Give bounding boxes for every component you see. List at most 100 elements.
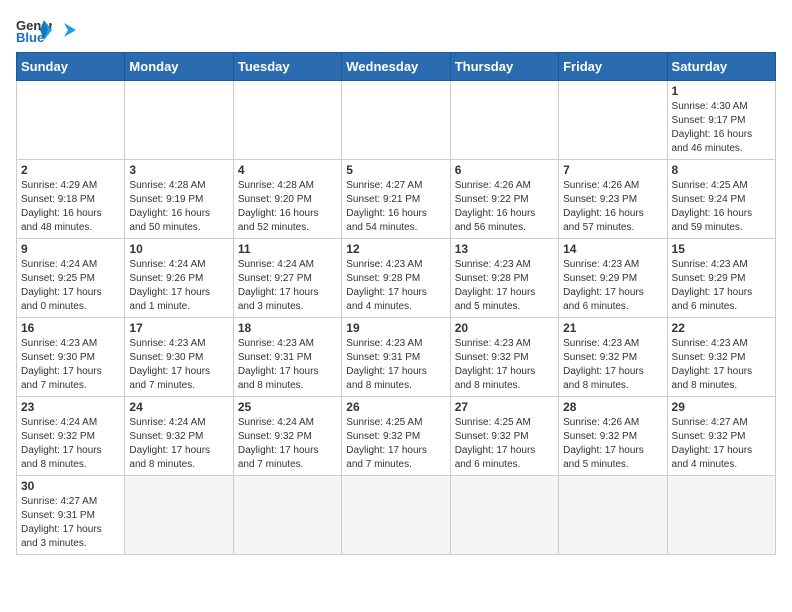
week-row-5: 23 Sunrise: 4:24 AM Sunset: 9:32 PM Dayli… [17, 397, 776, 476]
day-sun-info: Sunrise: 4:23 AM Sunset: 9:28 PM Dayligh… [346, 258, 445, 314]
day-sun-info: Sunrise: 4:24 AM Sunset: 9:27 PM Dayligh… [238, 258, 337, 314]
day-sun-info: Sunrise: 4:23 AM Sunset: 9:31 PM Dayligh… [238, 337, 337, 393]
day-header-thursday: Thursday [450, 53, 558, 81]
calendar-cell: 13Sunrise: 4:23 AM Sunset: 9:28 PM Dayli… [450, 239, 558, 318]
day-sun-info: Sunrise: 4:28 AM Sunset: 9:20 PM Dayligh… [238, 179, 337, 235]
date-number: 23 [21, 400, 120, 414]
calendar-cell: 30 Sunrise: 4:27 AM Sunset: 9:31 PM Dayli… [17, 476, 125, 555]
calendar-cell: 27 Sunrise: 4:25 AM Sunset: 9:32 PM Dayli… [450, 397, 558, 476]
calendar-cell: 29Sunrise: 4:27 AM Sunset: 9:32 PM Dayli… [667, 397, 775, 476]
calendar-cell [342, 476, 450, 555]
day-sun-info: Sunrise: 4:24 AM Sunset: 9:25 PM Dayligh… [21, 258, 120, 314]
calendar-cell: 5 Sunrise: 4:27 AM Sunset: 9:21 PM Daylig… [342, 160, 450, 239]
calendar-cell: 21Sunrise: 4:23 AM Sunset: 9:32 PM Dayli… [559, 318, 667, 397]
day-sun-info: Sunrise: 4:24 AM Sunset: 9:32 PM Dayligh… [129, 416, 228, 472]
calendar-table: SundayMondayTuesdayWednesdayThursdayFrid… [16, 52, 776, 555]
calendar-cell [233, 476, 341, 555]
calendar-cell: 11 Sunrise: 4:24 AM Sunset: 9:27 PM Dayli… [233, 239, 341, 318]
calendar-cell: 17Sunrise: 4:23 AM Sunset: 9:30 PM Dayli… [125, 318, 233, 397]
calendar-cell: 4 Sunrise: 4:28 AM Sunset: 9:20 PM Daylig… [233, 160, 341, 239]
calendar-cell: 18 Sunrise: 4:23 AM Sunset: 9:31 PM Dayli… [233, 318, 341, 397]
calendar-cell: 15 Sunrise: 4:23 AM Sunset: 9:29 PM Dayli… [667, 239, 775, 318]
date-number: 5 [346, 163, 445, 177]
calendar-cell: 3 Sunrise: 4:28 AM Sunset: 9:19 PM Daylig… [125, 160, 233, 239]
day-sun-info: Sunrise: 4:23 AM Sunset: 9:32 PM Dayligh… [672, 337, 771, 393]
day-sun-info: Sunrise: 4:23 AM Sunset: 9:32 PM Dayligh… [455, 337, 554, 393]
day-sun-info: Sunrise: 4:28 AM Sunset: 9:19 PM Dayligh… [129, 179, 228, 235]
day-sun-info: Sunrise: 4:23 AM Sunset: 9:30 PM Dayligh… [21, 337, 120, 393]
date-number: 15 [672, 242, 771, 256]
date-number: 9 [21, 242, 120, 256]
calendar-cell [450, 81, 558, 160]
date-number: 20 [455, 321, 554, 335]
date-number: 4 [238, 163, 337, 177]
date-number: 2 [21, 163, 120, 177]
week-row-3: 9 Sunrise: 4:24 AM Sunset: 9:25 PM Daylig… [17, 239, 776, 318]
date-number: 27 [455, 400, 554, 414]
date-number: 21 [563, 321, 662, 335]
calendar-cell: 26 Sunrise: 4:25 AM Sunset: 9:32 PM Dayli… [342, 397, 450, 476]
day-sun-info: Sunrise: 4:23 AM Sunset: 9:29 PM Dayligh… [672, 258, 771, 314]
calendar-cell: 16 Sunrise: 4:23 AM Sunset: 9:30 PM Dayli… [17, 318, 125, 397]
date-number: 26 [346, 400, 445, 414]
calendar-cell: 10Sunrise: 4:24 AM Sunset: 9:26 PM Dayli… [125, 239, 233, 318]
week-row-4: 16 Sunrise: 4:23 AM Sunset: 9:30 PM Dayli… [17, 318, 776, 397]
day-sun-info: Sunrise: 4:27 AM Sunset: 9:31 PM Dayligh… [21, 495, 120, 551]
date-number: 14 [563, 242, 662, 256]
date-number: 11 [238, 242, 337, 256]
week-row-1: 1Sunrise: 4:30 AM Sunset: 9:17 PM Daylig… [17, 81, 776, 160]
calendar-cell: 7 Sunrise: 4:26 AM Sunset: 9:23 PM Daylig… [559, 160, 667, 239]
date-number: 10 [129, 242, 228, 256]
day-sun-info: Sunrise: 4:26 AM Sunset: 9:23 PM Dayligh… [563, 179, 662, 235]
date-number: 1 [672, 84, 771, 98]
day-header-friday: Friday [559, 53, 667, 81]
calendar-cell: 12 Sunrise: 4:23 AM Sunset: 9:28 PM Dayli… [342, 239, 450, 318]
day-sun-info: Sunrise: 4:26 AM Sunset: 9:22 PM Dayligh… [455, 179, 554, 235]
day-sun-info: Sunrise: 4:27 AM Sunset: 9:21 PM Dayligh… [346, 179, 445, 235]
calendar-cell [125, 81, 233, 160]
date-number: 18 [238, 321, 337, 335]
calendar-cell [450, 476, 558, 555]
calendar-header-row: SundayMondayTuesdayWednesdayThursdayFrid… [17, 53, 776, 81]
svg-text:Blue: Blue [16, 30, 44, 44]
calendar-cell: 20 Sunrise: 4:23 AM Sunset: 9:32 PM Dayli… [450, 318, 558, 397]
date-number: 29 [672, 400, 771, 414]
date-number: 16 [21, 321, 120, 335]
day-header-saturday: Saturday [667, 53, 775, 81]
calendar-cell: 6Sunrise: 4:26 AM Sunset: 9:22 PM Daylig… [450, 160, 558, 239]
day-sun-info: Sunrise: 4:23 AM Sunset: 9:31 PM Dayligh… [346, 337, 445, 393]
logo-icon: General Blue [16, 16, 52, 44]
calendar-cell [233, 81, 341, 160]
calendar-cell: 14 Sunrise: 4:23 AM Sunset: 9:29 PM Dayli… [559, 239, 667, 318]
calendar-cell: 2 Sunrise: 4:29 AM Sunset: 9:18 PM Daylig… [17, 160, 125, 239]
day-header-sunday: Sunday [17, 53, 125, 81]
date-number: 17 [129, 321, 228, 335]
day-sun-info: Sunrise: 4:26 AM Sunset: 9:32 PM Dayligh… [563, 416, 662, 472]
calendar-cell [342, 81, 450, 160]
week-row-6: 30 Sunrise: 4:27 AM Sunset: 9:31 PM Dayli… [17, 476, 776, 555]
date-number: 12 [346, 242, 445, 256]
date-number: 22 [672, 321, 771, 335]
calendar-cell [559, 81, 667, 160]
day-sun-info: Sunrise: 4:25 AM Sunset: 9:32 PM Dayligh… [455, 416, 554, 472]
calendar-cell [17, 81, 125, 160]
blue-arrow-icon [62, 20, 82, 40]
date-number: 19 [346, 321, 445, 335]
date-number: 7 [563, 163, 662, 177]
date-number: 25 [238, 400, 337, 414]
calendar-cell: 8Sunrise: 4:25 AM Sunset: 9:24 PM Daylig… [667, 160, 775, 239]
date-number: 3 [129, 163, 228, 177]
day-header-monday: Monday [125, 53, 233, 81]
calendar-cell: 9 Sunrise: 4:24 AM Sunset: 9:25 PM Daylig… [17, 239, 125, 318]
day-header-tuesday: Tuesday [233, 53, 341, 81]
day-sun-info: Sunrise: 4:24 AM Sunset: 9:32 PM Dayligh… [21, 416, 120, 472]
day-sun-info: Sunrise: 4:25 AM Sunset: 9:32 PM Dayligh… [346, 416, 445, 472]
calendar-cell: 22 Sunrise: 4:23 AM Sunset: 9:32 PM Dayli… [667, 318, 775, 397]
calendar-cell: 23 Sunrise: 4:24 AM Sunset: 9:32 PM Dayli… [17, 397, 125, 476]
date-number: 24 [129, 400, 228, 414]
calendar-cell [559, 476, 667, 555]
day-sun-info: Sunrise: 4:23 AM Sunset: 9:29 PM Dayligh… [563, 258, 662, 314]
date-number: 30 [21, 479, 120, 493]
day-sun-info: Sunrise: 4:29 AM Sunset: 9:18 PM Dayligh… [21, 179, 120, 235]
day-sun-info: Sunrise: 4:23 AM Sunset: 9:28 PM Dayligh… [455, 258, 554, 314]
